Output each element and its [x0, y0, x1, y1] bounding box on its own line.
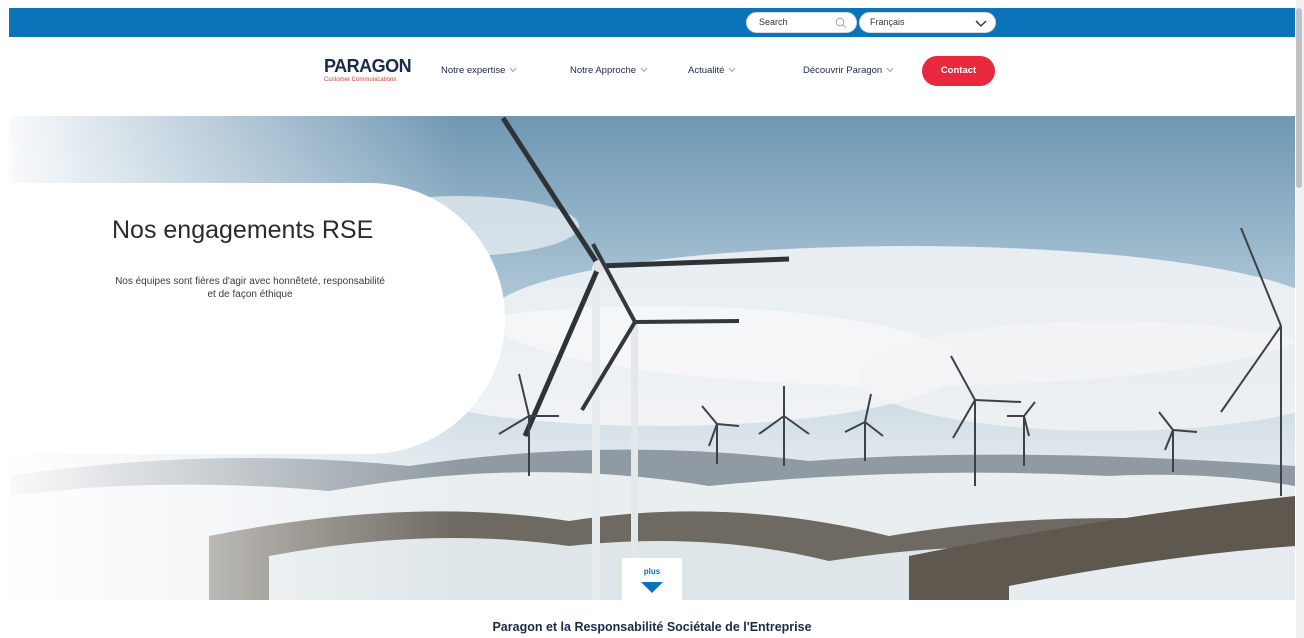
language-value: Français	[870, 17, 905, 27]
top-utility-bar	[9, 8, 1295, 37]
scrollbar[interactable]	[1296, 0, 1304, 638]
hero-title: Nos engagements RSE	[112, 216, 374, 244]
language-select[interactable]: Français	[859, 12, 996, 33]
nav-notre-expertise[interactable]: Notre expertise	[441, 65, 517, 76]
hero-description: Nos équipes sont fières d'agir avec honn…	[115, 276, 385, 300]
chevron-down-icon	[886, 68, 894, 73]
contact-button[interactable]: Contact	[922, 56, 995, 86]
chevron-down-icon	[510, 68, 517, 73]
chevron-down-icon	[729, 68, 736, 73]
nav-actualite[interactable]: Actualité	[688, 65, 736, 76]
section-title: Paragon et la Responsabilité Sociétale d…	[492, 620, 812, 634]
chevron-down-icon	[975, 20, 987, 27]
nav-label: Actualité	[688, 65, 725, 76]
nav-notre-approche[interactable]: Notre Approche	[570, 65, 648, 76]
arrow-down-icon	[641, 582, 663, 593]
scroll-more-button[interactable]: plus	[622, 558, 682, 600]
logo-brand: PARAGON	[324, 56, 412, 76]
page: Search Français PARAGON Customer Communi…	[0, 0, 1304, 638]
scrollbar-thumb[interactable]	[1296, 8, 1302, 188]
nav-decouvrir-paragon[interactable]: Découvrir Paragon	[803, 65, 894, 76]
more-label: plus	[643, 567, 661, 576]
nav-label: Notre Approche	[570, 65, 637, 76]
search-icon[interactable]	[834, 16, 848, 30]
nav-label: Notre expertise	[441, 65, 506, 76]
nav-label: Découvrir Paragon	[803, 65, 883, 76]
search-input[interactable]: Search	[746, 12, 857, 33]
paragon-logo[interactable]: PARAGON Customer Communications	[324, 56, 412, 89]
chevron-down-icon	[640, 68, 648, 73]
search-placeholder: Search	[759, 17, 788, 27]
logo-subtitle: Customer Communications	[324, 77, 397, 83]
